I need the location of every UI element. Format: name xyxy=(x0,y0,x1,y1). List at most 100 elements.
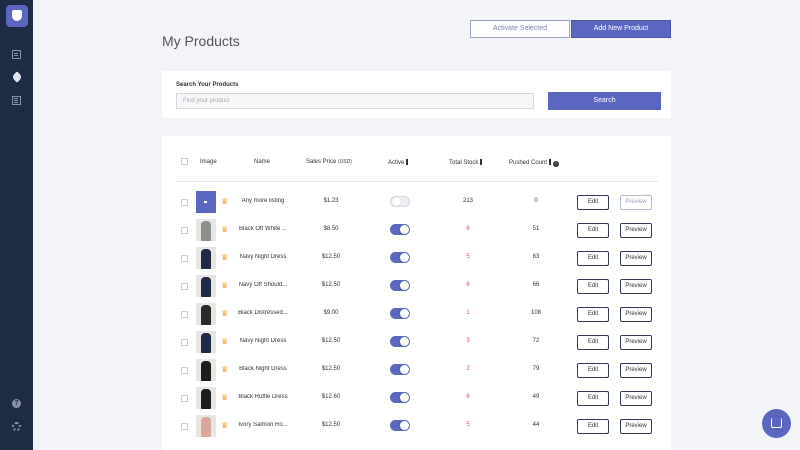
column-header-pushed-count-label: Pushed Count xyxy=(509,160,548,166)
pushed-count: 63 xyxy=(532,254,540,260)
preview-button[interactable]: Preview xyxy=(620,279,652,294)
product-figure xyxy=(201,333,211,353)
preview-button[interactable]: Preview xyxy=(620,419,652,434)
header-divider xyxy=(176,181,658,182)
gear-icon[interactable] xyxy=(12,422,21,431)
product-name: Navy Night Dress xyxy=(239,254,287,260)
page-title: My Products xyxy=(162,33,240,49)
sort-icon[interactable] xyxy=(549,159,552,165)
sort-icon[interactable] xyxy=(480,159,483,165)
select-all-checkbox[interactable] xyxy=(181,158,188,165)
document-icon[interactable] xyxy=(12,50,21,59)
active-toggle[interactable] xyxy=(390,392,410,403)
column-header-total-stock[interactable]: Total Stock xyxy=(449,159,483,166)
product-name: Black Ruffle Dress xyxy=(238,394,288,400)
table-row: ♛ Any more listing $1.23 213 0 Edit Preview xyxy=(162,188,671,216)
active-toggle[interactable] xyxy=(390,420,410,431)
product-name: Any more listing xyxy=(241,198,285,204)
row-checkbox[interactable] xyxy=(181,423,188,430)
row-checkbox[interactable] xyxy=(181,395,188,402)
product-price: $8.50 xyxy=(323,226,339,232)
edit-button[interactable]: Edit xyxy=(577,307,609,322)
row-checkbox[interactable] xyxy=(181,199,188,206)
column-header-active-label: Active xyxy=(388,160,405,166)
preview-button[interactable]: Preview xyxy=(620,391,652,406)
help-icon[interactable]: ? xyxy=(553,161,560,167)
crown-icon: ♛ xyxy=(221,253,229,262)
product-name: Navy Night Dress xyxy=(239,338,287,344)
product-figure xyxy=(201,389,211,409)
product-name: Black Night Dress xyxy=(239,366,287,372)
edit-button[interactable]: Edit xyxy=(577,251,609,266)
crown-icon: ♛ xyxy=(221,225,229,234)
preview-button[interactable]: Preview xyxy=(620,251,652,266)
preview-button[interactable]: Preview xyxy=(620,335,652,350)
active-toggle[interactable] xyxy=(390,252,410,263)
product-price: $12.50 xyxy=(321,282,341,288)
product-figure xyxy=(201,249,211,269)
column-header-price-label: Sales Price xyxy=(306,159,337,165)
active-toggle[interactable] xyxy=(390,224,410,235)
total-stock: 6 xyxy=(466,394,470,400)
activate-selected-button[interactable]: Activate Selected xyxy=(470,20,570,38)
pushed-count: 72 xyxy=(532,338,540,344)
active-toggle[interactable] xyxy=(390,196,410,207)
total-stock: 3 xyxy=(466,338,470,344)
row-checkbox[interactable] xyxy=(181,339,188,346)
tag-icon[interactable] xyxy=(11,71,23,83)
preview-button[interactable]: Preview xyxy=(620,195,652,210)
edit-button[interactable]: Edit xyxy=(577,279,609,294)
edit-button[interactable]: Edit xyxy=(577,335,609,350)
active-toggle[interactable] xyxy=(390,364,410,375)
product-image xyxy=(196,331,216,353)
product-image xyxy=(196,303,216,325)
table-row: ♛ Navy Off Should... $12.50 6 66 Edit Preview xyxy=(162,272,671,300)
list-icon[interactable] xyxy=(12,96,21,105)
row-checkbox[interactable] xyxy=(181,311,188,318)
table-row: ♛ Black Distressed... $9.00 1 108 Edit Preview xyxy=(162,300,671,328)
row-checkbox[interactable] xyxy=(181,367,188,374)
add-new-product-button[interactable]: Add New Product xyxy=(571,20,671,38)
search-card: Search Your Products Find your product S… xyxy=(162,71,671,118)
search-label: Search Your Products xyxy=(176,82,239,88)
edit-button[interactable]: Edit xyxy=(577,419,609,434)
edit-button[interactable]: Edit xyxy=(577,195,609,210)
table-row: ♛ Black Ruffle Dress $12.60 6 49 Edit Preview xyxy=(162,384,671,412)
total-stock: 5 xyxy=(466,422,470,428)
chat-icon[interactable] xyxy=(762,409,791,438)
product-image xyxy=(196,359,216,381)
pushed-count: 51 xyxy=(532,226,540,232)
product-name: Navy Off Should... xyxy=(238,282,288,288)
pushed-count: 0 xyxy=(534,198,538,204)
row-checkbox[interactable] xyxy=(181,227,188,234)
table-row: ♛ Black Night Dress $12.50 2 79 Edit Preview xyxy=(162,356,671,384)
active-toggle[interactable] xyxy=(390,336,410,347)
preview-button[interactable]: Preview xyxy=(620,363,652,378)
total-stock: 6 xyxy=(466,282,470,288)
help-icon[interactable]: ? xyxy=(12,399,21,408)
column-header-active[interactable]: Active xyxy=(388,159,409,166)
edit-button[interactable]: Edit xyxy=(577,363,609,378)
active-toggle[interactable] xyxy=(390,280,410,291)
edit-button[interactable]: Edit xyxy=(577,391,609,406)
product-image xyxy=(196,275,216,297)
active-toggle[interactable] xyxy=(390,308,410,319)
column-header-pushed-count[interactable]: Pushed Count? xyxy=(509,159,560,167)
product-name: Black Off White ... xyxy=(239,226,287,232)
search-input[interactable]: Find your product xyxy=(176,93,534,109)
app-logo-icon[interactable] xyxy=(6,5,28,27)
product-image xyxy=(196,387,216,409)
preview-button[interactable]: Preview xyxy=(620,307,652,322)
search-button[interactable]: Search xyxy=(548,92,661,110)
crown-icon: ♛ xyxy=(221,281,229,290)
row-checkbox[interactable] xyxy=(181,283,188,290)
pushed-count: 49 xyxy=(532,394,540,400)
preview-button[interactable]: Preview xyxy=(620,223,652,238)
edit-button[interactable]: Edit xyxy=(577,223,609,238)
column-header-image: Image xyxy=(200,159,217,165)
product-figure xyxy=(201,277,211,297)
product-price: $12.60 xyxy=(321,394,341,400)
total-stock: 2 xyxy=(466,366,470,372)
row-checkbox[interactable] xyxy=(181,255,188,262)
sort-icon[interactable] xyxy=(406,159,409,165)
